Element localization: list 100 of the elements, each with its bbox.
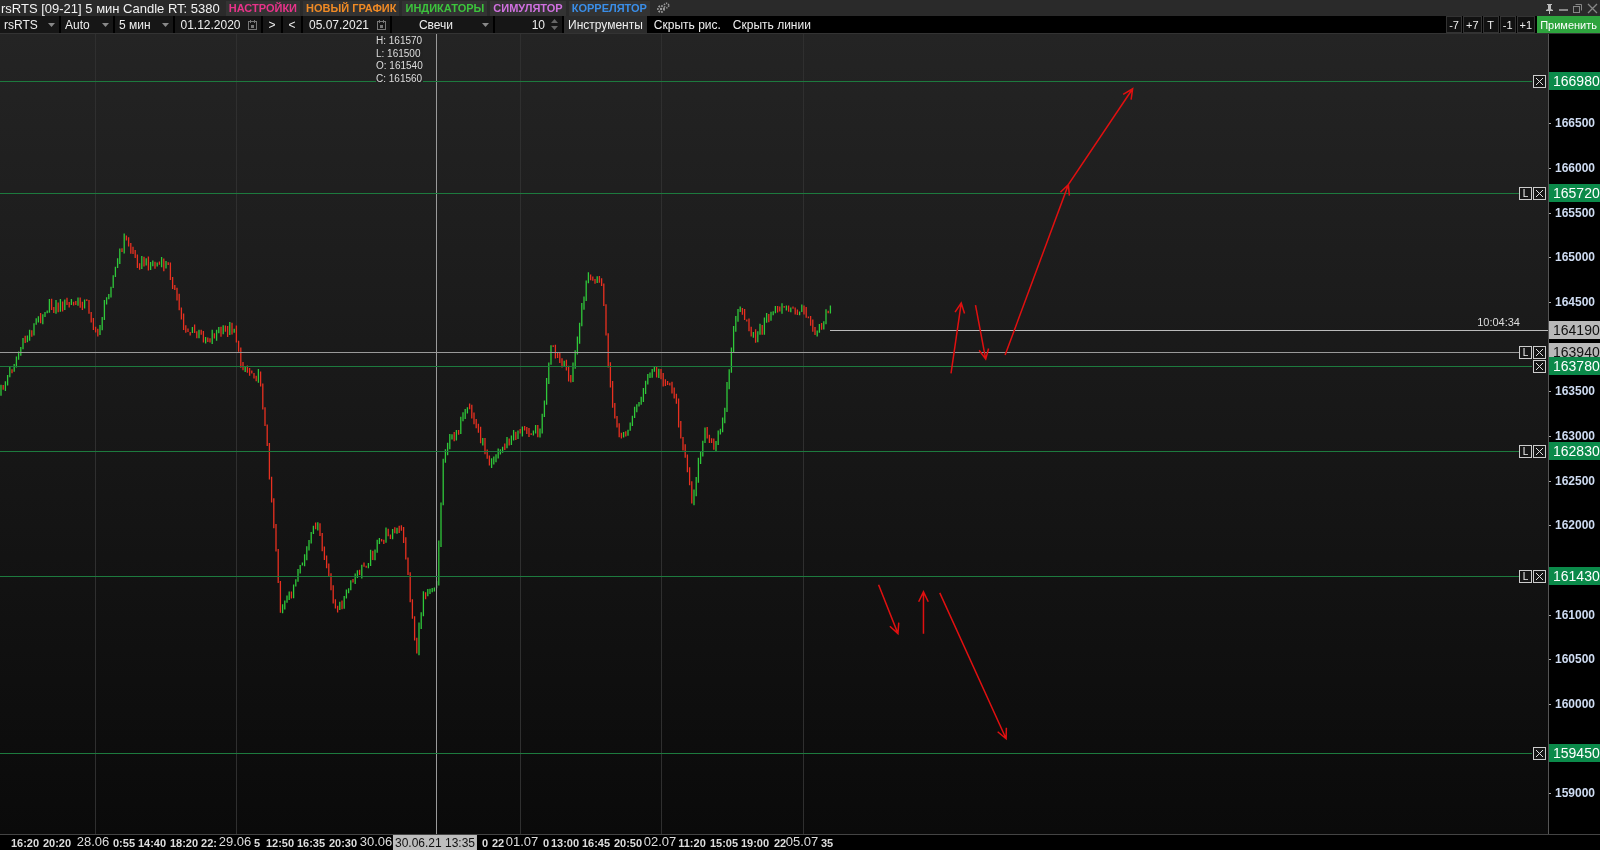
price-tick-label: 163500 (1555, 384, 1596, 399)
time-label: 22 (773, 836, 787, 850)
price-tick-label: 160500 (1555, 652, 1596, 667)
last-price-label: 164190 (1549, 320, 1600, 339)
close-icon (1534, 347, 1545, 359)
price-tick-label: 165500 (1555, 205, 1596, 220)
price-level-label: 159450 (1549, 744, 1600, 762)
lock-line-button[interactable]: L (1519, 187, 1532, 201)
step-button[interactable]: T (1482, 16, 1499, 33)
dropdown[interactable]: Auto (61, 16, 115, 33)
date-field[interactable]: 01.12.2020 (175, 16, 263, 33)
time-label: 16:35 (296, 836, 326, 850)
price-tick-label: 162000 (1555, 518, 1596, 533)
time-label: 18:20 (169, 836, 199, 850)
close-icon (1534, 188, 1545, 200)
time-label: 22: (201, 836, 217, 850)
close-icon (1587, 2, 1598, 14)
menu-item[interactable]: КОРРЕЛЯТОР (568, 0, 650, 16)
time-label: 30.06 (359, 835, 393, 850)
close-icon (1534, 361, 1545, 373)
time-label: 16:45 (581, 836, 611, 850)
step-button[interactable]: +7 (1463, 16, 1482, 33)
close-icon (1534, 748, 1545, 759)
lock-line-button[interactable]: L (1519, 346, 1532, 360)
lock-line-button[interactable]: L (1519, 570, 1532, 584)
gears-icon (655, 2, 670, 14)
restore-icon (1572, 2, 1583, 14)
price-level-label: 166980 (1549, 71, 1600, 90)
price-tick-label: 162500 (1555, 473, 1596, 488)
dropdown[interactable]: 5 мин (115, 16, 175, 33)
price-tick-label: 161000 (1555, 607, 1596, 622)
time-label: 05.07 (785, 835, 819, 850)
price-level-label: 161430 (1549, 567, 1600, 586)
time-label: 11:20 (678, 836, 706, 850)
time-label: 02.07 (643, 835, 677, 850)
time-label: 01.07 (505, 835, 539, 850)
price-level-label: 165720 (1549, 184, 1600, 203)
time-label: 20:20 (42, 836, 72, 850)
calendar-icon (377, 19, 386, 30)
time-label: 16:20 (10, 836, 40, 850)
date-field[interactable]: 05.07.2021 (303, 16, 392, 33)
remove-line-button[interactable] (1533, 570, 1546, 584)
time-label: 5 (253, 836, 261, 850)
time-label: 19:00 (740, 836, 770, 850)
price-tick-label: 160000 (1555, 696, 1596, 711)
price-tick-label: 166500 (1555, 116, 1596, 131)
remove-line-button[interactable] (1533, 74, 1546, 88)
time-label: 10:04:34 (1477, 315, 1520, 328)
menu-item[interactable]: СИМУЛЯТОР (490, 0, 566, 16)
time-label: 12:50 (265, 836, 295, 850)
price-tick-label: 165000 (1555, 250, 1596, 265)
caret-icon (102, 22, 109, 27)
time-label: 28.06 (76, 835, 110, 850)
step-button[interactable]: -1 (1499, 16, 1516, 33)
nav-button[interactable]: > (263, 16, 283, 33)
price-level-label: 162830 (1549, 442, 1600, 461)
spinner-arrows-icon (551, 19, 558, 30)
time-label: 0:55 (113, 836, 135, 850)
close-icon (1534, 571, 1545, 583)
time-label: 13:00 (550, 836, 580, 850)
tools-button[interactable]: Инструменты (564, 16, 649, 33)
price-tick-label: 163000 (1555, 429, 1596, 443)
drawn-arrow[interactable] (917, 590, 929, 635)
dropdown[interactable]: rsRTS (0, 16, 61, 33)
remove-line-button[interactable] (1533, 360, 1546, 374)
time-label: 29.06 (218, 835, 252, 850)
lock-line-button[interactable]: L (1519, 445, 1532, 459)
caret-icon (482, 22, 489, 27)
remove-line-button[interactable] (1533, 346, 1546, 360)
close-icon (1534, 75, 1545, 87)
minimize-icon (1559, 8, 1568, 11)
number-field[interactable]: 10 (495, 16, 564, 33)
nav-button[interactable]: < (283, 16, 303, 33)
drawn-arrow[interactable] (1004, 87, 1134, 356)
step-button[interactable]: +1 (1516, 16, 1536, 33)
drawn-arrow[interactable] (877, 583, 900, 636)
remove-line-button[interactable] (1533, 187, 1546, 201)
price-tick-label: 164500 (1555, 295, 1596, 310)
time-label: 0 (542, 836, 550, 850)
time-label: 20:50 (613, 836, 643, 850)
step-button[interactable]: -7 (1446, 16, 1463, 33)
close-icon (1534, 446, 1545, 458)
remove-line-button[interactable] (1533, 747, 1546, 760)
menu-item[interactable]: НОВЫЙ ГРАФИК (303, 0, 400, 16)
dropdown[interactable]: Свечи (392, 16, 495, 33)
time-label: 15:05 (709, 836, 739, 850)
time-label: 14:40 (137, 836, 167, 850)
calendar-icon (248, 19, 257, 30)
drawn-arrow[interactable] (950, 301, 966, 375)
time-label: 20:30 (328, 836, 358, 850)
pin-icon (1544, 2, 1555, 14)
price-tick-label: 166000 (1555, 161, 1596, 176)
remove-line-button[interactable] (1533, 445, 1546, 459)
time-label: 22 (491, 836, 505, 850)
caret-icon (48, 22, 55, 27)
drawn-arrow[interactable] (974, 304, 990, 361)
time-label: 0 (481, 836, 489, 850)
window-title: rsRTS [09-21] 5 мин Candle RT: 5380 (0, 0, 221, 16)
time-label: 35 (820, 836, 834, 850)
menu-item[interactable]: ИНДИКАТОРЫ (402, 0, 488, 16)
